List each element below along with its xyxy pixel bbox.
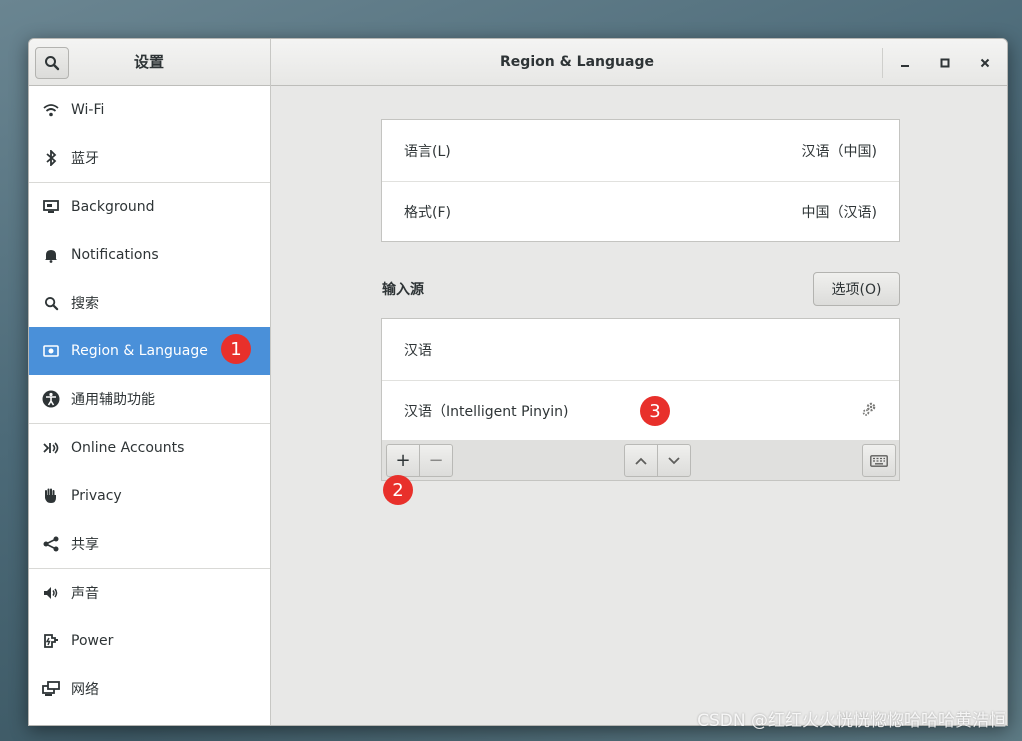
privacy-hand-icon (42, 487, 60, 505)
plus-icon: + (395, 450, 411, 471)
sidebar-item-background[interactable]: Background (29, 183, 270, 231)
sidebar-item-label: 声音 (71, 586, 99, 602)
input-sources-toolbar: + − (381, 440, 900, 481)
language-format-panel: 语言(L) 汉语（中国) 格式(F) 中国（汉语) (381, 119, 900, 242)
input-source-label: 汉语 (404, 342, 432, 359)
sidebar-item-wifi[interactable]: Wi-Fi (29, 86, 270, 134)
titlebar-separator (882, 48, 883, 78)
input-source-row[interactable]: 汉语（Intelligent Pinyin) 3 (382, 380, 899, 441)
search-icon (42, 294, 60, 312)
minus-icon: − (428, 450, 444, 471)
move-down-button[interactable] (657, 444, 691, 477)
sidebar-item-label: Online Accounts (71, 440, 185, 456)
show-keyboard-layout-button[interactable] (862, 444, 896, 477)
sidebar-item-search[interactable]: 搜索 (29, 279, 270, 327)
minimize-icon (901, 65, 909, 67)
sidebar-item-accessibility[interactable]: 通用辅助功能 (29, 375, 270, 423)
maximize-icon (940, 58, 950, 68)
chevron-up-icon (635, 457, 647, 465)
region-icon (42, 342, 60, 360)
language-value: 汉语（中国) (801, 143, 877, 160)
title-bar: 设置 Region & Language (29, 39, 1007, 86)
sidebar-item-label: 蓝牙 (71, 151, 99, 167)
maximize-button[interactable] (933, 51, 957, 75)
sidebar-item-privacy[interactable]: Privacy (29, 472, 270, 520)
background-icon (42, 198, 60, 216)
speaker-icon (42, 584, 60, 602)
format-row[interactable]: 格式(F) 中国（汉语) (382, 181, 899, 242)
sidebar-item-label: Region & Language (71, 343, 208, 359)
sidebar-item-sound[interactable]: 声音 (29, 569, 270, 617)
gear-icon (862, 402, 876, 416)
input-sources-list: 汉语 汉语（Intelligent Pinyin) 3 (381, 318, 900, 441)
sidebar: Wi-Fi 蓝牙 Background Notifications 搜索 Reg… (29, 86, 271, 725)
annotation-badge-2: 2 (383, 475, 413, 505)
sidebar-item-bluetooth[interactable]: 蓝牙 (29, 134, 270, 182)
accessibility-icon (42, 390, 60, 408)
bluetooth-icon (42, 149, 60, 167)
watermark: CSDN @红红火火恍恍惚惚哈哈哈黄浩恒 (697, 711, 1006, 731)
sidebar-item-label: Background (71, 199, 155, 215)
input-source-settings-button[interactable] (861, 401, 877, 421)
settings-window: 设置 Region & Language Wi-Fi 蓝牙 Background… (28, 38, 1008, 726)
format-label: 格式(F) (404, 205, 451, 221)
annotation-badge-3: 3 (640, 396, 670, 426)
options-button[interactable]: 选项(O) (813, 272, 900, 306)
online-accounts-icon (42, 439, 60, 457)
network-icon (42, 680, 60, 698)
sidebar-item-notifications[interactable]: Notifications (29, 231, 270, 279)
language-row[interactable]: 语言(L) 汉语（中国) (382, 120, 899, 181)
chevron-down-icon (668, 456, 680, 464)
sidebar-item-label: 共享 (71, 537, 99, 553)
sidebar-item-power[interactable]: Power (29, 617, 270, 665)
power-plug-icon (42, 632, 60, 650)
sidebar-item-label: Power (71, 633, 114, 649)
input-sources-heading: 输入源 (382, 282, 424, 298)
search-button[interactable] (35, 47, 69, 79)
sidebar-item-network[interactable]: 网络 (29, 665, 270, 713)
move-up-button[interactable] (624, 444, 658, 477)
close-icon (980, 58, 990, 68)
sidebar-item-label: Privacy (71, 488, 122, 504)
share-icon (42, 535, 60, 553)
window-title: Region & Language (500, 54, 654, 70)
remove-input-source-button[interactable]: − (419, 444, 453, 477)
format-value: 中国（汉语) (801, 205, 877, 221)
sidebar-item-online-accounts[interactable]: Online Accounts (29, 424, 270, 472)
wifi-icon (42, 101, 60, 119)
sidebar-item-label: Wi-Fi (71, 102, 105, 118)
keyboard-icon (870, 454, 888, 467)
sidebar-item-sharing[interactable]: 共享 (29, 520, 270, 568)
input-source-label: 汉语（Intelligent Pinyin) (404, 404, 569, 420)
search-icon (45, 56, 60, 71)
annotation-badge-1: 1 (221, 334, 251, 364)
sidebar-item-label: 搜索 (71, 296, 99, 312)
add-input-source-button[interactable]: + (386, 444, 420, 477)
sidebar-item-region-language[interactable]: Region & Language 1 (29, 327, 270, 375)
input-source-row[interactable]: 汉语 (382, 319, 899, 380)
close-button[interactable] (973, 51, 997, 75)
language-label: 语言(L) (404, 143, 451, 160)
bell-icon (42, 246, 60, 264)
sidebar-item-label: 通用辅助功能 (71, 392, 155, 408)
sidebar-title: 设置 (133, 53, 164, 71)
minimize-button[interactable] (893, 51, 917, 75)
sidebar-item-label: 网络 (71, 682, 99, 698)
sidebar-header: 设置 (29, 39, 271, 86)
sidebar-item-label: Notifications (71, 247, 159, 263)
